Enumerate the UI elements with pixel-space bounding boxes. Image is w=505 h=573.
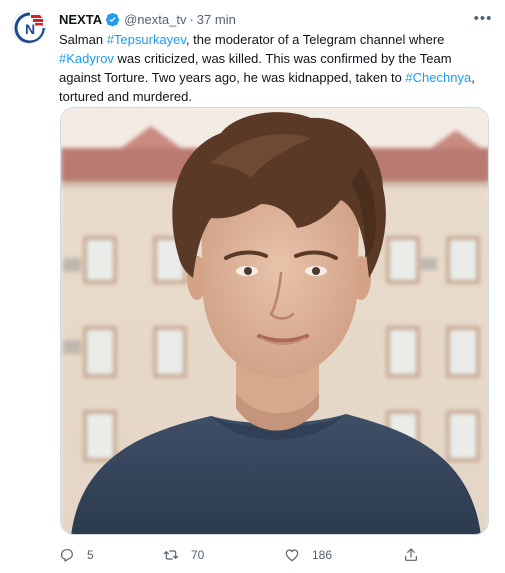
hashtag-link[interactable]: #Tepsurkayev [107, 32, 186, 47]
separator: · [189, 11, 194, 27]
handle[interactable]: @nexta_tv [124, 12, 186, 27]
share-icon [405, 548, 417, 561]
heart-icon [285, 549, 299, 562]
timestamp[interactable]: 37 min [197, 12, 236, 27]
tweet-actions: 5 70 186 [59, 545, 429, 565]
tweet-header: NEXTA @nexta_tv · 37 min ••• [59, 10, 493, 28]
retweet-icon [163, 550, 179, 560]
reply-button[interactable]: 5 [59, 545, 94, 565]
reply-count: 5 [87, 548, 94, 562]
nexta-logo: N [14, 12, 45, 43]
retweet-count: 70 [191, 548, 205, 562]
text-part: was criticized, was killed. This was con… [59, 51, 452, 85]
tweet-text: Salman #Tepsurkayev, the moderator of a … [59, 30, 489, 106]
like-count: 186 [312, 548, 333, 562]
text-part: Salman [59, 32, 107, 47]
hashtag-link[interactable]: #Chechnya [405, 70, 471, 85]
retweet-button[interactable]: 70 [163, 545, 204, 565]
display-name[interactable]: NEXTA [59, 12, 102, 27]
share-button[interactable] [403, 545, 419, 565]
verified-badge-icon [106, 12, 120, 26]
tweet-photo[interactable] [60, 107, 489, 535]
tweet[interactable]: N NEXTA @nexta_tv · 37 min ••• Salman #T… [0, 0, 505, 573]
more-icon[interactable]: ••• [473, 8, 493, 28]
avatar[interactable]: N [12, 10, 46, 44]
reply-icon [61, 549, 73, 562]
portrait-photo [61, 108, 488, 534]
like-button[interactable]: 186 [284, 545, 332, 565]
text-part: , the moderator of a Telegram channel wh… [185, 32, 445, 47]
svg-text:N: N [25, 21, 35, 37]
hashtag-link[interactable]: #Kadyrov [59, 51, 114, 66]
